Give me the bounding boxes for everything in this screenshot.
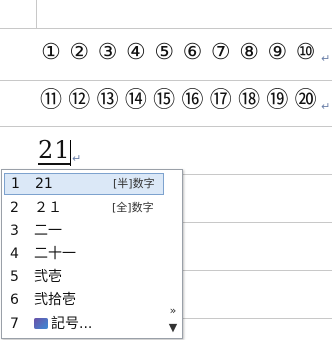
candidate-tag: [半]数字 xyxy=(113,177,155,190)
candidate-text-label: 記号... xyxy=(51,316,93,332)
candidate-number: 4 xyxy=(10,246,19,262)
candidate-item-4[interactable]: 4 二十一 xyxy=(4,243,164,265)
circled-number: ④ xyxy=(126,40,146,65)
table-row-border xyxy=(183,270,332,271)
circled-number: ⑪ xyxy=(39,88,62,113)
circled-number: ⑧ xyxy=(239,40,259,65)
candidate-text: 21 xyxy=(35,176,53,192)
table-row-border xyxy=(183,318,332,319)
circled-number: ⑫ xyxy=(68,88,91,113)
table-row-border xyxy=(0,126,332,127)
circled-number: ⑮ xyxy=(153,88,176,113)
candidate-item-2[interactable]: 2 ２１ [全]数字 xyxy=(4,197,164,219)
scroll-down-button[interactable]: ▼ xyxy=(166,321,180,335)
paragraph-mark: ↵ xyxy=(320,100,331,113)
circled-number: ⑳ xyxy=(294,88,317,113)
circled-number: ⑱ xyxy=(238,88,261,113)
ime-candidate-window[interactable]: 1 21 [半]数字 2 ２１ [全]数字 3 二一 4 二十一 5 弐壱 6 … xyxy=(1,169,183,339)
circled-number: ③ xyxy=(97,40,118,65)
candidate-item-1[interactable]: 1 21 [半]数字 xyxy=(4,173,164,195)
candidate-item-6[interactable]: 6 弐拾壱 xyxy=(4,289,164,311)
candidate-number: 7 xyxy=(10,316,19,332)
composition-text: 21 xyxy=(38,136,71,165)
circled-number: ⑨ xyxy=(267,40,288,65)
table-row-border xyxy=(0,28,332,29)
circled-number: ② xyxy=(69,40,90,65)
candidate-text: ２１ xyxy=(34,200,62,216)
candidate-number: 1 xyxy=(11,176,20,192)
candidate-item-7[interactable]: 7 記号... xyxy=(4,313,164,335)
candidate-number: 2 xyxy=(10,200,19,216)
page-margin-line xyxy=(36,0,37,28)
candidate-text: 二十一 xyxy=(34,246,76,262)
circled-number: ⑯ xyxy=(181,88,204,113)
expand-candidates-button[interactable]: » xyxy=(166,304,180,318)
table-row-border xyxy=(183,222,332,223)
circled-number: ⑭ xyxy=(124,88,147,113)
candidate-text: 弐拾壱 xyxy=(34,292,76,308)
circled-number: ⑦ xyxy=(210,40,231,65)
paragraph-mark: ↵ xyxy=(320,52,331,65)
paragraph-mark: ↵ xyxy=(72,152,82,165)
candidate-item-5[interactable]: 5 弐壱 xyxy=(4,266,164,288)
candidate-text: 二一 xyxy=(34,223,62,239)
text-caret xyxy=(70,140,71,166)
circled-number: ⑲ xyxy=(266,88,289,113)
circled-number: ⑬ xyxy=(96,88,119,113)
candidate-tag: [全]数字 xyxy=(112,201,154,214)
circled-number: ⑩ xyxy=(295,40,316,65)
candidate-text: 記号... xyxy=(34,313,92,335)
circled-number: ⑤ xyxy=(154,40,175,65)
circled-number: ⑥ xyxy=(182,40,203,65)
candidate-number: 6 xyxy=(10,292,19,308)
candidate-text: 弐壱 xyxy=(34,269,62,285)
table-row-border xyxy=(0,80,332,81)
candidate-number: 3 xyxy=(10,223,19,239)
table-row-border xyxy=(183,174,332,175)
circled-number: ① xyxy=(41,40,61,65)
circled-number: ⑰ xyxy=(209,88,232,113)
circled-numbers-row-1: ① ② ③ ④ ⑤ ⑥ ⑦ ⑧ ⑨ ⑩ ↵ xyxy=(38,40,331,72)
symbol-book-icon xyxy=(34,318,48,329)
candidate-number: 5 xyxy=(10,269,19,285)
circled-numbers-row-2: ⑪ ⑫ ⑬ ⑭ ⑮ ⑯ ⑰ ⑱ ⑲ ⑳ ↵ xyxy=(38,88,331,120)
candidate-item-3[interactable]: 3 二一 xyxy=(4,220,164,242)
